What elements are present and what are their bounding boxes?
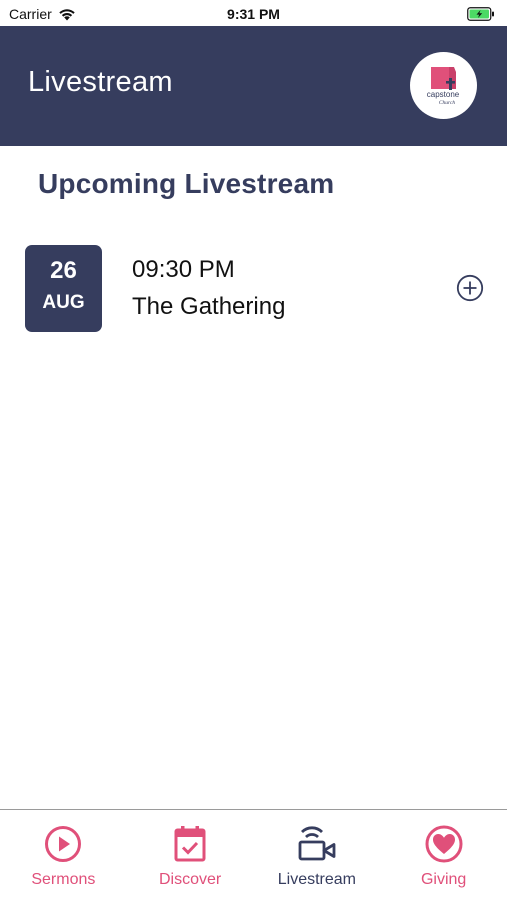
play-circle-icon — [45, 826, 82, 862]
event-name: The Gathering — [132, 293, 286, 320]
date-badge: 26 AUG — [25, 245, 102, 332]
capstone-church-logo: capstone Church — [426, 66, 459, 106]
plus-circle-icon[interactable] — [456, 274, 484, 302]
app-header: Livestream capstone Church — [0, 26, 507, 146]
tab-discover[interactable]: Discover — [127, 810, 254, 900]
event-month: AUG — [42, 292, 85, 313]
logo-wordmark: capstone — [426, 90, 459, 99]
logo-subtext: Church — [438, 100, 455, 106]
status-time: 9:31 PM — [227, 6, 280, 22]
church-logo[interactable]: capstone Church — [410, 52, 477, 119]
heart-icon — [425, 825, 463, 863]
tab-sermons[interactable]: Sermons — [0, 810, 127, 900]
section-title: Upcoming Livestream — [38, 168, 335, 199]
event-day: 26 — [50, 257, 77, 284]
tab-giving[interactable]: Giving — [380, 810, 507, 900]
tab-bar: Sermons Discover Livestream Giving — [0, 809, 507, 900]
event-time: 09:30 PM — [132, 256, 235, 283]
livestream-event-item[interactable]: 26 AUG 09:30 PM The Gathering — [25, 245, 485, 332]
calendar-check-icon — [174, 826, 206, 862]
page-title: Livestream — [28, 66, 173, 98]
battery-charging-icon — [467, 7, 494, 21]
tab-label-discover: Discover — [159, 871, 222, 888]
tab-livestream[interactable]: Livestream — [254, 810, 381, 900]
status-bar: Carrier 9:31 PM — [0, 0, 507, 26]
tab-label-sermons: Sermons — [31, 871, 96, 888]
video-broadcast-icon — [298, 826, 336, 861]
tab-label-livestream: Livestream — [277, 871, 356, 888]
tab-label-giving: Giving — [420, 871, 467, 888]
